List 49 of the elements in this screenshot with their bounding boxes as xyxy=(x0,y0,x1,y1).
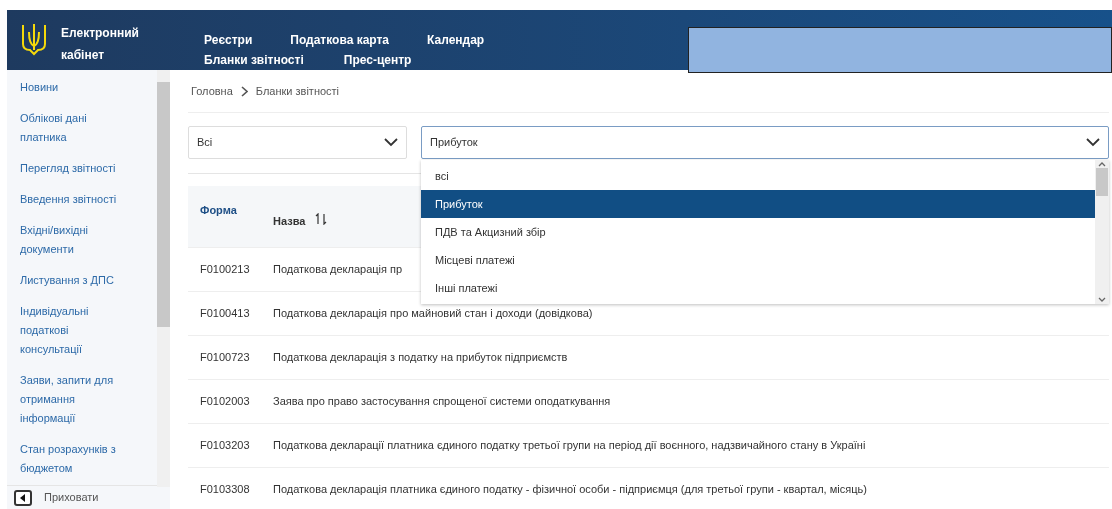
chevron-down-icon xyxy=(384,138,398,147)
trident-emblem-icon xyxy=(21,22,47,56)
sort-column-header[interactable]: Назва xyxy=(273,186,328,230)
dropdown-option[interactable]: всі xyxy=(421,162,1095,190)
dropdown-option[interactable]: ПДВ та Акцизний збір xyxy=(421,218,1095,246)
form-name-link[interactable]: Податкова декларація з податку на прибуток підприємств xyxy=(273,349,568,366)
sidebar-item[interactable]: Перегляд звітності xyxy=(20,159,130,178)
scroll-down-icon xyxy=(1098,297,1106,302)
scrollbar-thumb[interactable] xyxy=(1096,168,1108,196)
form-code-cell-text: F0100723 xyxy=(199,350,251,366)
sidebar-item[interactable]: Облікові дані платника xyxy=(20,109,130,147)
sidebar-item[interactable]: Заяви, запити для отримання інформації xyxy=(20,371,130,428)
sidebar-item[interactable]: Введення звітності xyxy=(20,190,130,209)
dropdown-option[interactable]: Місцеві платежі xyxy=(421,246,1095,274)
nav-link[interactable]: Податкова карта xyxy=(290,32,390,48)
breadcrumb-link[interactable]: Головна xyxy=(191,82,233,100)
dropdown-option[interactable]: Інші платежі xyxy=(421,274,1095,302)
category-select[interactable]: Прибуток xyxy=(421,126,1109,159)
chevron-right-icon xyxy=(240,85,248,97)
scrollbar-thumb[interactable] xyxy=(157,82,170,327)
form-code-cell-text: F0103308 xyxy=(199,482,251,498)
form-name-link[interactable]: Податкова декларація пр xyxy=(273,261,403,278)
chevron-down-icon xyxy=(1086,138,1100,147)
form-code-cell-text: F0102003 xyxy=(199,394,251,410)
brand-title: кабінет xyxy=(61,47,106,64)
form-code-cell-text: F0100413 xyxy=(199,306,251,322)
breadcrumb-current: Бланки звітності xyxy=(255,83,340,99)
sidebar-item[interactable]: Стан розрахунків з бюджетом xyxy=(20,440,130,478)
category-select[interactable]: Всі xyxy=(188,126,407,159)
column-header: Форма xyxy=(199,203,238,218)
nav-link[interactable]: Прес-центр xyxy=(343,52,412,68)
sidebar-item[interactable]: Індивідуальні податкові консультації xyxy=(20,302,130,359)
brand-title: Електронний xyxy=(61,25,139,42)
sidebar-item[interactable]: Листування з ДПС xyxy=(20,271,130,290)
nav-link[interactable]: Календар xyxy=(427,32,485,48)
sidebar-item[interactable]: Вхідні/вихідні документи xyxy=(20,221,130,259)
dropdown-option[interactable]: Прибуток xyxy=(421,190,1095,218)
scroll-up-icon xyxy=(1098,162,1106,167)
sort-icon xyxy=(315,213,328,225)
form-code-cell-text: F0100213 xyxy=(199,262,251,278)
form-name-link[interactable]: Податкова декларація про майновий стан і доходи (довідкова) xyxy=(273,305,593,322)
form-name-link[interactable]: Податкова декларації платника єдиного податку третьої групи на період дії воєнного, надзвичайного стану в Україні xyxy=(273,437,866,454)
form-name-link[interactable]: Податкова декларація платника єдиного податку - фізичної особи - підприємця (для третьої групи - квартал, місяць) xyxy=(273,481,867,498)
nav-link[interactable]: Бланки звітності xyxy=(204,52,304,68)
form-name-link[interactable]: Заява про право застосування спрощеної системи оподаткування xyxy=(273,393,611,410)
sidebar-item[interactable]: Новини xyxy=(20,78,130,97)
form-code-cell-text: F0103203 xyxy=(199,438,251,454)
nav-link[interactable]: Реєстри xyxy=(204,32,253,48)
collapse-left-icon xyxy=(14,489,32,506)
